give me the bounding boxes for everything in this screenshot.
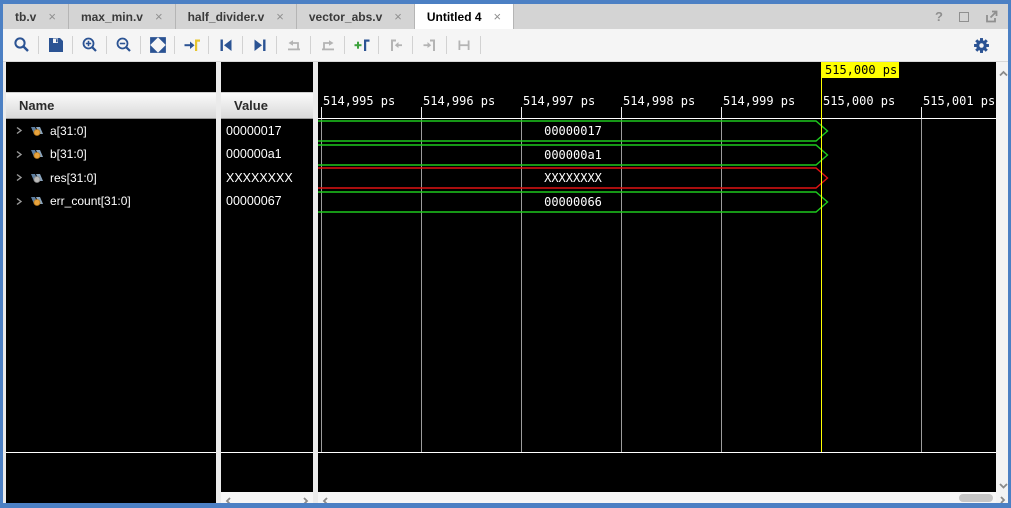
undo-zoom-icon[interactable] — [279, 32, 308, 58]
tab-label: half_divider.v — [188, 10, 265, 24]
tab-vector-abs[interactable]: vector_abs.v × — [297, 4, 415, 29]
tab-tbv[interactable]: tb.v × — [3, 4, 69, 29]
time-tick-label: 515,000 ps — [823, 94, 895, 108]
value-cell-res[interactable]: XXXXXXXX — [221, 166, 313, 190]
bus-value-label-b: 000000a1 — [318, 148, 828, 162]
waveform-panel: 514,995 ps 514,996 ps 514,997 ps 514,998… — [318, 62, 996, 504]
time-tick-mark — [621, 107, 622, 118]
next-transition-icon[interactable] — [245, 32, 274, 58]
save-wave-config-icon[interactable] — [41, 32, 70, 58]
time-tick-label: 515,001 ps — [923, 94, 995, 108]
signal-row-a[interactable]: a[31:0] — [6, 119, 216, 143]
horizontal-scroll-thumb[interactable] — [959, 494, 993, 502]
signal-name-panel: Name a[31:0] b[31:0] res[31:0] err_count… — [6, 62, 216, 504]
scroll-up-icon[interactable] — [998, 65, 1009, 83]
list-bottom-separator — [221, 452, 313, 453]
time-tick-label: 514,999 ps — [723, 94, 795, 108]
time-tick-label: 514,998 ps — [623, 94, 695, 108]
scroll-left-icon[interactable] — [224, 493, 233, 504]
wave-toolbar — [3, 29, 1008, 62]
signal-row-err-count[interactable]: err_count[31:0] — [6, 190, 216, 214]
time-tick-label: 514,995 ps — [323, 94, 395, 108]
time-tick-mark — [421, 107, 422, 118]
search-icon[interactable] — [7, 32, 36, 58]
time-cursor-line[interactable] — [821, 78, 822, 452]
close-icon[interactable]: × — [48, 10, 56, 23]
signal-name-label: err_count[31:0] — [50, 194, 131, 208]
list-bottom-separator — [6, 452, 216, 453]
bus-signal-icon — [30, 125, 44, 137]
redo-zoom-icon[interactable] — [313, 32, 342, 58]
bus-value-label-err-count: 00000066 — [318, 195, 828, 209]
expand-chevron-icon[interactable] — [15, 150, 23, 159]
vivado-waveform-window: tb.v × max_min.v × half_divider.v × vect… — [0, 0, 1011, 508]
tab-max-min[interactable]: max_min.v × — [69, 4, 176, 29]
time-tick-label: 514,996 ps — [423, 94, 495, 108]
next-marker-icon[interactable] — [415, 32, 444, 58]
window-controls: ? — [935, 4, 1008, 29]
time-cursor-flag[interactable]: 515,000 ps — [821, 62, 899, 78]
tab-untitled-4[interactable]: Untitled 4 × — [415, 4, 514, 29]
add-marker-icon[interactable] — [347, 32, 376, 58]
bus-value-label-a: 00000017 — [318, 124, 828, 138]
go-to-time-cursor-icon[interactable] — [177, 32, 206, 58]
signal-row-b[interactable]: b[31:0] — [6, 143, 216, 167]
tab-label: vector_abs.v — [309, 10, 382, 24]
scroll-right-icon[interactable] — [301, 493, 310, 504]
wave-vertical-scrollbar[interactable] — [996, 62, 1011, 504]
wave-window-body: Name a[31:0] b[31:0] res[31:0] err_count… — [6, 62, 1011, 504]
zoom-out-icon[interactable] — [109, 32, 138, 58]
bus-signal-icon — [30, 172, 44, 184]
wave-horizontal-scrollbar[interactable] — [318, 492, 996, 504]
name-column-header[interactable]: Name — [6, 92, 216, 119]
bus-value-label-res: XXXXXXXX — [318, 171, 828, 185]
previous-transition-icon[interactable] — [211, 32, 240, 58]
expand-chevron-icon[interactable] — [15, 126, 23, 135]
bus-signal-icon — [30, 195, 44, 207]
close-icon[interactable]: × — [155, 10, 163, 23]
expand-chevron-icon[interactable] — [15, 173, 23, 182]
tab-label: Untitled 4 — [427, 10, 482, 24]
time-tick-mark — [521, 107, 522, 118]
time-tick-mark — [921, 107, 922, 118]
wave-bottom-separator — [318, 452, 996, 453]
help-icon[interactable]: ? — [935, 9, 943, 24]
settings-gear-icon[interactable] — [967, 32, 996, 58]
signal-name-label: a[31:0] — [50, 124, 87, 138]
timeline-axis — [318, 118, 996, 119]
time-tick-mark — [721, 107, 722, 118]
close-icon[interactable]: × — [394, 10, 402, 23]
previous-marker-icon[interactable] — [381, 32, 410, 58]
float-window-icon[interactable] — [985, 10, 998, 23]
zoom-in-icon[interactable] — [75, 32, 104, 58]
expand-chevron-icon[interactable] — [15, 197, 23, 206]
close-icon[interactable]: × — [276, 10, 284, 23]
swap-cursors-icon[interactable] — [449, 32, 478, 58]
signal-value-panel: Value 00000017 000000a1 XXXXXXXX 0000006… — [221, 62, 313, 504]
scroll-right-icon[interactable] — [998, 492, 1007, 508]
signal-row-res[interactable]: res[31:0] — [6, 166, 216, 190]
tab-label: tb.v — [15, 10, 36, 24]
value-cell-err-count[interactable]: 00000067 — [221, 190, 313, 214]
signal-name-label: b[31:0] — [50, 147, 87, 161]
tab-label: max_min.v — [81, 10, 143, 24]
close-icon[interactable]: × — [494, 10, 502, 23]
value-cell-a[interactable]: 00000017 — [221, 119, 313, 143]
time-tick-mark — [321, 107, 322, 118]
value-horizontal-scrollbar[interactable] — [221, 492, 313, 504]
time-gridline — [921, 119, 922, 452]
signal-name-label: res[31:0] — [50, 171, 97, 185]
value-cell-b[interactable]: 000000a1 — [221, 143, 313, 167]
maximize-icon[interactable] — [959, 12, 969, 22]
value-column-header[interactable]: Value — [221, 92, 313, 119]
bus-signal-icon — [30, 148, 44, 160]
tab-half-divider[interactable]: half_divider.v × — [176, 4, 297, 29]
zoom-fit-icon[interactable] — [143, 32, 172, 58]
time-tick-label: 514,997 ps — [523, 94, 595, 108]
tab-bar: tb.v × max_min.v × half_divider.v × vect… — [3, 4, 1008, 29]
scroll-left-icon[interactable] — [321, 493, 330, 504]
